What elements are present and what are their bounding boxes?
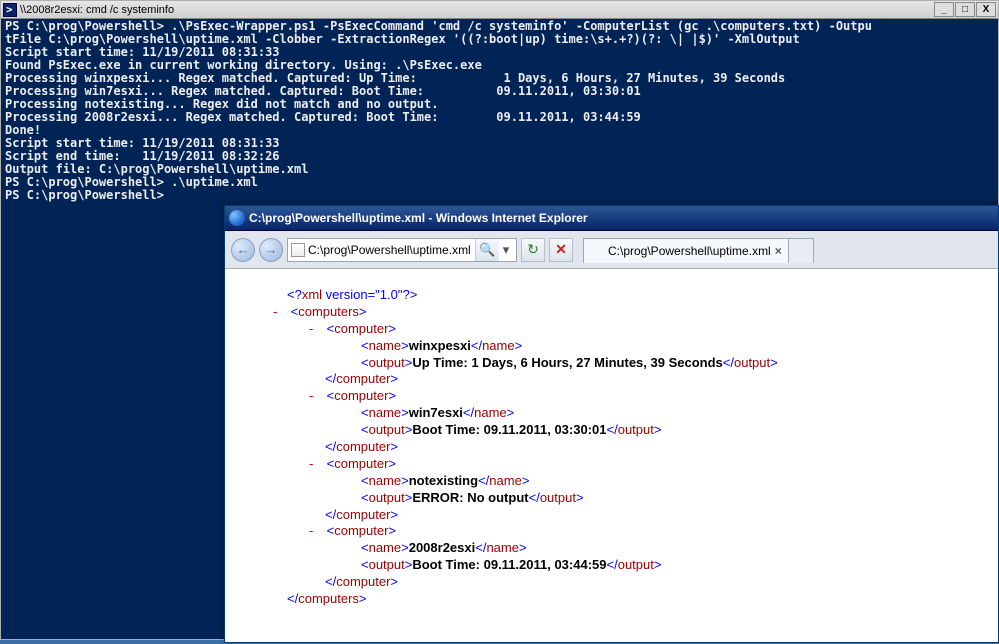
minimize-button[interactable]: _ <box>934 2 954 17</box>
console-title: \\2008r2esxi: cmd /c systeminfo <box>20 4 933 16</box>
tab-close-icon[interactable]: × <box>775 244 782 258</box>
refresh-button[interactable]: ↻ <box>521 238 545 262</box>
stop-button[interactable]: ✕ <box>549 238 573 262</box>
address-bar[interactable]: C:\prog\Powershell\uptime.xml 🔍 ▾ <box>287 238 517 262</box>
maximize-button[interactable]: □ <box>955 2 975 17</box>
dropdown-icon[interactable]: ▾ <box>499 239 513 261</box>
page-icon <box>291 243 305 257</box>
ie-window: C:\prog\Powershell\uptime.xml - Windows … <box>224 205 999 643</box>
powershell-icon <box>3 3 17 17</box>
forward-button[interactable]: → <box>259 238 283 262</box>
ie-icon <box>590 244 604 258</box>
ie-title: C:\prog\Powershell\uptime.xml - Windows … <box>249 211 994 225</box>
tab-strip: C:\prog\Powershell\uptime.xml × <box>583 236 814 263</box>
ie-icon <box>229 210 245 226</box>
close-button[interactable]: X <box>976 2 996 17</box>
tab-label: C:\prog\Powershell\uptime.xml <box>608 244 771 258</box>
new-tab-button[interactable] <box>788 238 814 263</box>
address-text: C:\prog\Powershell\uptime.xml <box>308 243 475 257</box>
back-button[interactable]: ← <box>231 238 255 262</box>
ie-titlebar[interactable]: C:\prog\Powershell\uptime.xml - Windows … <box>225 206 998 231</box>
ie-toolbar: ← → C:\prog\Powershell\uptime.xml 🔍 ▾ ↻ … <box>225 231 998 269</box>
ie-document-view: <?xml version="1.0"?>- <computers>- <com… <box>225 269 998 642</box>
console-titlebar[interactable]: \\2008r2esxi: cmd /c systeminfo _ □ X <box>1 1 998 19</box>
search-dropdown-icon[interactable]: 🔍 <box>475 239 499 261</box>
tab-active[interactable]: C:\prog\Powershell\uptime.xml × <box>583 238 789 263</box>
